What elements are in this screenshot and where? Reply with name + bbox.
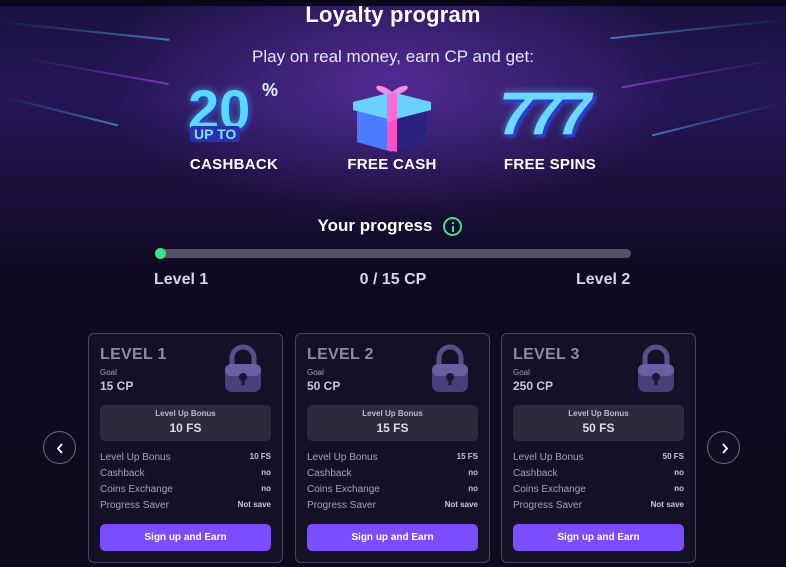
detail-row: Progress Saver Not save	[100, 500, 271, 514]
detail-row: Progress Saver Not save	[513, 500, 684, 514]
perk-cashback: 20 % UP TO CASHBACK	[164, 78, 304, 174]
progress-indicator	[155, 248, 166, 259]
lock-icon	[432, 344, 468, 392]
level-card-title: LEVEL 2	[307, 346, 374, 363]
detail-key: Cashback	[513, 468, 558, 479]
info-icon[interactable]	[443, 217, 462, 236]
goal-label: Goal	[513, 368, 530, 377]
goal-value: 50 CP	[307, 379, 341, 393]
detail-row: Level Up Bonus 50 FS	[513, 452, 684, 466]
goal-label: Goal	[100, 368, 117, 377]
bonus-label: Level Up Bonus	[362, 409, 423, 418]
page-subtitle: Play on real money, earn CP and get:	[252, 47, 534, 66]
detail-key: Progress Saver	[307, 500, 376, 511]
level-up-bonus-box: Level Up Bonus 10 FS	[100, 405, 271, 441]
detail-row: Coins Exchange no	[100, 484, 271, 498]
level-up-bonus-box: Level Up Bonus 15 FS	[307, 405, 478, 441]
detail-value: no	[261, 468, 271, 477]
perk-free-spins: 777 FREE SPINS	[480, 80, 620, 174]
cashback-20-percent-icon: 20 % UP TO	[188, 78, 279, 142]
progress-next-level: Level 2	[576, 271, 631, 288]
detail-value: 15 FS	[456, 452, 478, 461]
detail-row: Cashback no	[307, 468, 478, 482]
progress-track	[155, 249, 631, 258]
chevron-right-icon	[722, 443, 729, 454]
perk-label-free-spins: FREE SPINS	[503, 156, 597, 173]
progress-points: 0 / 15 CP	[359, 271, 427, 288]
page-title: Loyalty program	[305, 2, 481, 27]
detail-value: 50 FS	[662, 452, 684, 461]
level-card-1: LEVEL 1 Goal 15 CP Level Up Bonus 10 FS …	[88, 333, 283, 563]
sign-up-and-earn-button[interactable]: Sign up and Earn	[513, 524, 684, 551]
perk-label-cashback: CASHBACK	[189, 156, 279, 173]
level-card-3: LEVEL 3 Goal 250 CP Level Up Bonus 50 FS…	[501, 333, 696, 563]
detail-row: Coins Exchange no	[307, 484, 478, 498]
detail-row: Progress Saver Not save	[307, 500, 478, 514]
goal-value: 15 CP	[100, 379, 134, 393]
detail-row: Coins Exchange no	[513, 484, 684, 498]
detail-key: Coins Exchange	[100, 484, 173, 495]
detail-row: Cashback no	[513, 468, 684, 482]
detail-key: Level Up Bonus	[513, 452, 584, 463]
detail-key: Cashback	[307, 468, 352, 479]
carousel-prev-button[interactable]	[43, 431, 76, 464]
detail-key: Progress Saver	[100, 500, 169, 511]
detail-row: Cashback no	[100, 468, 271, 482]
bonus-label: Level Up Bonus	[568, 409, 629, 418]
level-card-2: LEVEL 2 Goal 50 CP Level Up Bonus 15 FS …	[295, 333, 490, 563]
gift-box-icon	[347, 80, 437, 152]
detail-row: Level Up Bonus 15 FS	[307, 452, 478, 466]
level-card-title: LEVEL 3	[513, 346, 580, 363]
detail-row: Level Up Bonus 10 FS	[100, 452, 271, 466]
bonus-value: 50 FS	[582, 421, 615, 435]
detail-value: 10 FS	[249, 452, 271, 461]
bonus-value: 10 FS	[169, 421, 202, 435]
progress-title: Your progress	[317, 216, 433, 235]
detail-value: Not save	[237, 500, 271, 509]
goal-label: Goal	[307, 368, 324, 377]
slot-777-icon: 777	[499, 80, 591, 147]
detail-value: no	[468, 484, 478, 493]
perk-label-free-cash: FREE CASH	[347, 156, 437, 173]
detail-key: Coins Exchange	[513, 484, 586, 495]
detail-key: Level Up Bonus	[100, 452, 171, 463]
chevron-left-icon	[56, 443, 63, 454]
lock-icon	[638, 344, 674, 392]
carousel-next-button[interactable]	[707, 431, 740, 464]
perk-free-cash: FREE CASH	[322, 80, 462, 173]
detail-key: Coins Exchange	[307, 484, 380, 495]
detail-value: no	[674, 484, 684, 493]
detail-value: Not save	[444, 500, 478, 509]
bonus-label: Level Up Bonus	[155, 409, 216, 418]
level-card-title: LEVEL 1	[100, 346, 167, 363]
detail-value: no	[468, 468, 478, 477]
level-up-bonus-box: Level Up Bonus 50 FS	[513, 405, 684, 441]
goal-value: 250 CP	[513, 379, 554, 393]
bonus-value: 15 FS	[376, 421, 409, 435]
detail-key: Progress Saver	[513, 500, 582, 511]
detail-value: no	[674, 468, 684, 477]
lock-icon	[225, 344, 261, 392]
detail-value: Not save	[650, 500, 684, 509]
detail-key: Level Up Bonus	[307, 452, 378, 463]
sign-up-and-earn-button[interactable]: Sign up and Earn	[307, 524, 478, 551]
sign-up-and-earn-button[interactable]: Sign up and Earn	[100, 524, 271, 551]
detail-key: Cashback	[100, 468, 145, 479]
detail-value: no	[261, 484, 271, 493]
